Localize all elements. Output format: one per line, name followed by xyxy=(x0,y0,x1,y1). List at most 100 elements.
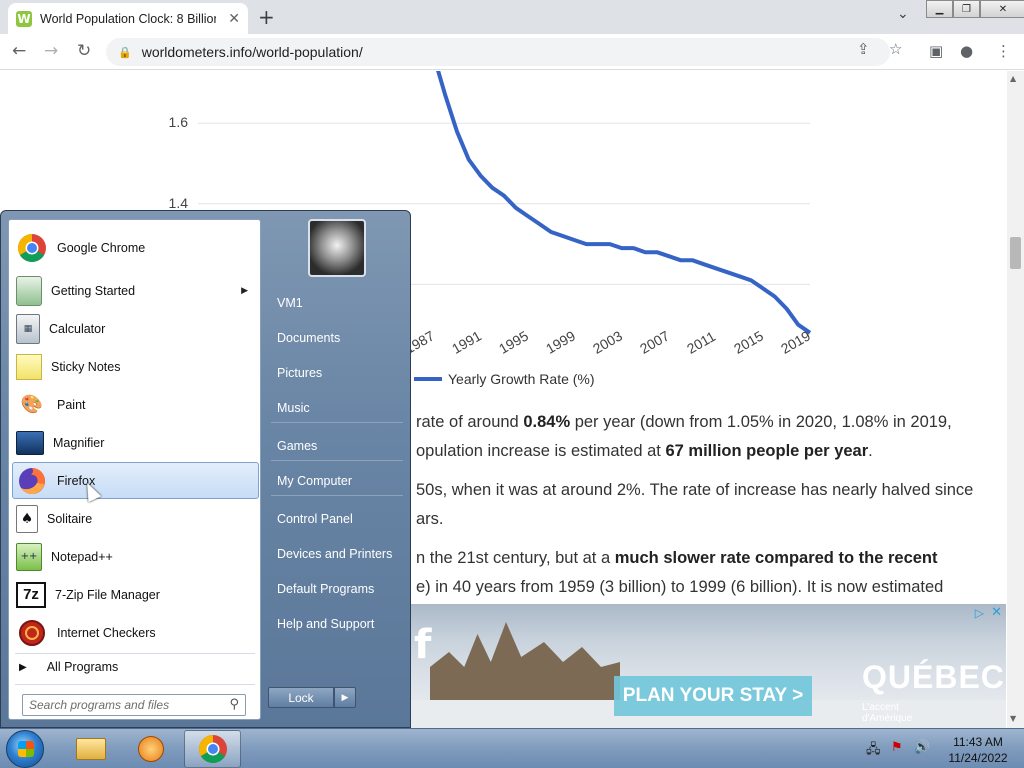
all-programs-button[interactable]: ▶ All Programs xyxy=(19,660,118,674)
scroll-down-arrow-icon[interactable]: ▼ xyxy=(1010,714,1016,723)
calculator-icon: ▦ xyxy=(16,313,40,344)
taskbar-explorer[interactable] xyxy=(62,730,119,768)
share-icon[interactable]: ⇪ xyxy=(857,40,870,58)
article-line-3: 50s, when it was at around 2%. The rate … xyxy=(416,481,974,499)
menu-kebab-icon[interactable]: ⋮ xyxy=(996,42,1011,60)
taskbar-media-player[interactable] xyxy=(122,730,179,768)
chrome-icon xyxy=(16,232,48,264)
sm-right-item-my-computer[interactable]: My Computer xyxy=(277,474,352,488)
paint-icon: 🎨 xyxy=(20,394,44,415)
side-panel-icon[interactable]: ▣ xyxy=(929,42,943,60)
chart-legend: Yearly Growth Rate (%) xyxy=(414,371,595,387)
y-tick-label: 1.4 xyxy=(168,194,188,211)
scroll-up-arrow-icon[interactable]: ▲ xyxy=(1010,74,1016,83)
sm-right-item-control-panel[interactable]: Control Panel xyxy=(277,512,353,526)
legend-label: Yearly Growth Rate (%) xyxy=(448,371,595,387)
sm-item-firefox[interactable]: Firefox xyxy=(12,462,259,499)
quebec-tagline: L'accent d'Amérique xyxy=(862,702,912,724)
tab-title: World Population Clock: 8 Billion xyxy=(40,11,216,26)
bold-text: 0.84% xyxy=(523,413,571,431)
sm-item-paint[interactable]: 🎨 Paint xyxy=(12,386,259,423)
article-line-4: ars. xyxy=(416,510,444,528)
getting-started-icon xyxy=(16,275,42,306)
sm-item-getting-started[interactable]: Getting Started ▶ xyxy=(12,272,259,309)
new-tab-plus-icon[interactable]: + xyxy=(258,5,275,29)
network-icon[interactable]: 🖧 xyxy=(866,740,881,762)
windows-logo-icon xyxy=(18,741,34,757)
sm-item-7zip[interactable]: 7z 7-Zip File Manager xyxy=(12,576,259,613)
chrome-icon xyxy=(198,735,227,763)
adchoices-icon[interactable]: ▷ xyxy=(975,606,984,620)
start-menu-programs-pane: Google Chrome Getting Started ▶ ▦ Calcul… xyxy=(8,219,261,720)
tagline-line: d'Amérique xyxy=(862,713,913,724)
taskbar-chrome[interactable] xyxy=(184,730,241,768)
address-bar[interactable]: 🔒 worldometers.info/world-population/ xyxy=(106,38,890,66)
quebec-ad-banner[interactable]: f PLAN YOUR STAY > QUÉBEC L'accent d'Amé… xyxy=(410,604,1006,728)
sm-right-item-default-programs[interactable]: Default Programs xyxy=(277,582,374,596)
divider xyxy=(15,684,255,685)
profile-avatar-icon[interactable]: ● xyxy=(960,42,973,60)
tab-search-chevron-icon[interactable]: ⌄ xyxy=(897,6,909,22)
minimize-button[interactable]: ▁ xyxy=(926,0,953,18)
sm-right-item-help-and-support[interactable]: Help and Support xyxy=(277,617,374,631)
sm-right-item-pictures[interactable]: Pictures xyxy=(277,366,322,380)
bookmark-star-icon[interactable]: ☆ xyxy=(889,40,902,58)
sm-item-solitaire[interactable]: ♠ Solitaire xyxy=(12,500,259,537)
sm-item-sticky-notes[interactable]: Sticky Notes xyxy=(12,348,259,385)
clock-date: 11/24/2022 xyxy=(948,751,1008,765)
quebec-brand: QUÉBEC xyxy=(862,659,1005,695)
sm-item-notepadpp[interactable]: ++ Notepad++ xyxy=(12,538,259,575)
back-arrow-icon[interactable]: ← xyxy=(12,41,26,61)
sticky-notes-icon xyxy=(16,353,42,380)
system-clock[interactable]: 11:43 AM 11/24/2022 xyxy=(938,734,1018,766)
7zip-icon: 7z xyxy=(16,581,46,608)
tagline-line: L'accent xyxy=(862,702,899,713)
action-center-flag-icon[interactable]: ⚑ xyxy=(891,740,903,755)
close-window-button[interactable]: ✕ xyxy=(980,0,1024,18)
y-tick-label: 1.6 xyxy=(168,114,188,131)
reload-icon[interactable]: ↻ xyxy=(77,41,91,61)
folder-icon xyxy=(75,738,106,760)
search-placeholder: Search programs and files xyxy=(29,698,170,712)
forward-arrow-icon[interactable]: → xyxy=(44,41,58,61)
article-line-6: e) in 40 years from 1959 (3 billion) to … xyxy=(416,578,944,596)
restore-button[interactable]: ❐ xyxy=(953,0,980,18)
scroll-thumb[interactable] xyxy=(1010,237,1021,269)
sm-label: Google Chrome xyxy=(57,240,146,255)
sm-item-calculator[interactable]: ▦ Calculator xyxy=(12,310,259,347)
sm-right-item-documents[interactable]: Documents xyxy=(277,331,340,345)
lock-button[interactable]: Lock xyxy=(268,687,334,708)
page-scrollbar[interactable]: ▲ ▼ xyxy=(1007,71,1024,728)
notepadpp-icon: ++ xyxy=(16,542,42,571)
lock-icon: 🔒 xyxy=(118,45,132,59)
sm-label: Calculator xyxy=(49,321,106,336)
text-span: n the 21st century, but at a xyxy=(416,549,615,567)
search-programs-input[interactable]: Search programs and files ⚲ xyxy=(22,694,246,716)
sm-right-item-games[interactable]: Games xyxy=(277,439,317,453)
sm-item-magnifier[interactable]: Magnifier xyxy=(12,424,259,461)
sm-item-internet-checkers[interactable]: Internet Checkers xyxy=(12,614,259,651)
ad-logo-letter: f xyxy=(414,622,432,668)
sm-label: Getting Started xyxy=(51,283,136,298)
text-span: . xyxy=(868,442,873,460)
worldometers-favicon-icon: W xyxy=(16,10,32,27)
checkers-icon xyxy=(16,617,48,649)
all-programs-label: All Programs xyxy=(46,660,119,674)
browser-tab[interactable]: W World Population Clock: 8 Billion ✕ xyxy=(8,3,248,34)
plan-your-stay-button[interactable]: PLAN YOUR STAY > xyxy=(614,676,812,716)
volume-icon[interactable]: 🔊 xyxy=(914,740,930,755)
tab-close-icon[interactable]: ✕ xyxy=(228,11,240,27)
window-controls: ▁ ❐ ✕ xyxy=(926,0,1024,18)
sm-right-item-vm1[interactable]: VM1 xyxy=(277,296,303,310)
submenu-arrow-icon: ▶ xyxy=(241,285,248,296)
shutdown-options-arrow-icon[interactable]: ▶ xyxy=(334,687,356,708)
start-orb-button[interactable] xyxy=(6,730,44,768)
ad-close-icon[interactable]: ✕ xyxy=(991,605,1002,620)
sm-item-google-chrome[interactable]: Google Chrome xyxy=(12,229,259,266)
search-icon[interactable]: ⚲ xyxy=(229,697,239,712)
divider xyxy=(271,460,403,461)
sm-right-item-devices-and-printers[interactable]: Devices and Printers xyxy=(277,547,392,561)
sm-right-item-music[interactable]: Music xyxy=(277,401,310,415)
clock-time: 11:43 AM xyxy=(953,735,1003,749)
sm-label: Notepad++ xyxy=(51,549,113,564)
